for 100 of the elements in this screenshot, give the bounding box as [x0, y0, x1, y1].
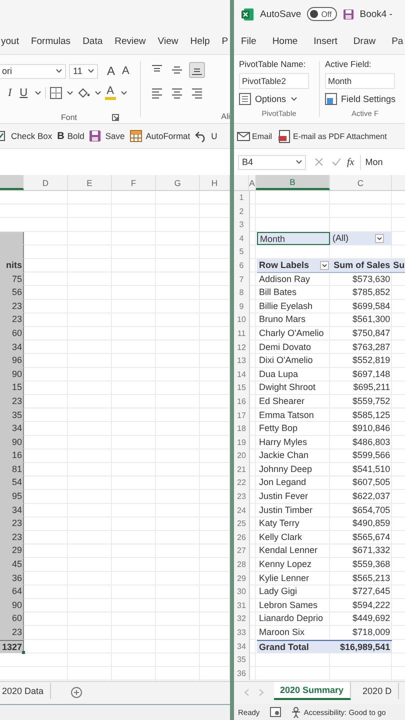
caret-icon[interactable]	[34, 91, 41, 95]
column-header[interactable]: E	[68, 175, 112, 190]
sheet-tab[interactable]: 2020 Summary	[274, 682, 351, 700]
row-number[interactable]: 8	[234, 286, 250, 300]
spreadsheet-app-icon[interactable]	[241, 8, 254, 20]
toolbar-button[interactable]: E-mail as PDF Attachment	[278, 130, 387, 142]
font-color-button[interactable]: A	[104, 86, 116, 100]
toolbar-button[interactable]: AutoFormat	[130, 130, 190, 142]
sheet-tab[interactable]: 2020 D	[356, 682, 399, 699]
field-settings-button[interactable]: Field Settings	[325, 92, 405, 106]
row-number[interactable]: 17	[234, 408, 250, 422]
row-number[interactable]: 13	[234, 354, 250, 368]
row-number[interactable]: 14	[234, 368, 250, 382]
ribbon-tab[interactable]: Insert	[314, 34, 338, 48]
column-header[interactable]: B	[256, 175, 330, 190]
caret-icon[interactable]	[56, 69, 62, 73]
font-size-field[interactable]: 11	[69, 64, 98, 78]
row-number[interactable]: 4	[234, 232, 250, 246]
dialog-launcher-icon[interactable]	[112, 114, 119, 121]
caret-icon[interactable]	[66, 91, 73, 95]
row-number[interactable]: 20	[234, 449, 250, 463]
toolbar-button[interactable]: Save	[89, 130, 125, 142]
column-header[interactable]: F	[112, 175, 156, 190]
caret-icon[interactable]	[88, 69, 94, 73]
row-number[interactable]: 26	[234, 530, 250, 544]
row-number[interactable]: 2	[234, 204, 250, 218]
row-number[interactable]: 7	[234, 272, 250, 286]
filter-dropdown-icon[interactable]	[320, 260, 328, 270]
caret-icon[interactable]	[296, 160, 302, 164]
toolbar-button[interactable]: B Bold	[57, 130, 84, 142]
row-number[interactable]: 23	[234, 490, 250, 504]
align-bottom-icon[interactable]	[189, 62, 205, 78]
row-number[interactable]: 3	[234, 218, 250, 232]
add-sheet-icon[interactable]	[70, 687, 82, 698]
column-header[interactable]: C	[330, 175, 392, 190]
row-number[interactable]: 18	[234, 422, 250, 436]
ribbon-tab[interactable]: Pa	[392, 34, 404, 48]
font-name-field[interactable]: ori	[0, 64, 66, 78]
row-number[interactable]: 11	[234, 326, 250, 341]
row-number[interactable]: 24	[234, 504, 250, 518]
underline-button[interactable]: U	[18, 87, 30, 99]
row-number[interactable]: 21	[234, 462, 250, 476]
row-number[interactable]: 6	[234, 258, 250, 273]
grow-font-button[interactable]: A	[105, 64, 118, 78]
ribbon-tab[interactable]: yout	[1, 34, 19, 48]
caret-icon[interactable]	[120, 91, 127, 95]
function-button[interactable]: fx	[347, 156, 354, 168]
italic-button[interactable]: I	[6, 87, 14, 99]
ribbon-tab[interactable]: View	[158, 34, 178, 48]
row-number[interactable]: 36	[234, 666, 250, 680]
row-number[interactable]: 5	[234, 245, 250, 259]
toolbar-button[interactable]: Email	[237, 130, 272, 142]
row-number[interactable]: 35	[234, 653, 250, 667]
row-number[interactable]: 32	[234, 612, 250, 626]
row-number[interactable]: 19	[234, 436, 250, 450]
row-number[interactable]: 9	[234, 300, 250, 314]
ribbon-tab[interactable]: File	[241, 34, 256, 48]
toolbar-button[interactable]: Check Box	[0, 130, 52, 142]
fill-bucket-icon[interactable]	[76, 87, 90, 99]
row-number[interactable]: 22	[234, 476, 250, 490]
pivot-name-field[interactable]: PivotTable2	[239, 73, 309, 89]
ribbon-tab[interactable]: P	[222, 34, 228, 48]
row-number[interactable]: 12	[234, 340, 250, 354]
caret-icon[interactable]	[94, 91, 101, 95]
column-header[interactable]	[0, 175, 24, 190]
active-field-input[interactable]: Month	[325, 73, 395, 89]
fill-handle[interactable]	[22, 651, 25, 654]
macro-record-icon[interactable]	[270, 707, 281, 718]
ribbon-tab[interactable]: Formulas	[30, 34, 71, 48]
row-number[interactable]: 27	[234, 544, 250, 558]
column-header[interactable]: D	[24, 175, 68, 190]
row-number[interactable]: 16	[234, 394, 250, 408]
ribbon-tab[interactable]: Review	[114, 34, 146, 48]
row-number[interactable]: 15	[234, 381, 250, 395]
row-number[interactable]: 29	[234, 572, 250, 586]
shrink-font-button[interactable]: A	[120, 65, 132, 77]
save-icon[interactable]	[342, 8, 354, 20]
borders-icon[interactable]	[50, 87, 62, 99]
check-icon[interactable]	[332, 158, 341, 166]
ribbon-tab[interactable]: Draw	[353, 34, 376, 48]
ribbon-tab[interactable]: Data	[82, 34, 103, 48]
options-button[interactable]: Options	[239, 92, 319, 106]
row-number[interactable]: 33	[234, 626, 250, 640]
sheet-tab[interactable]: 2020 Data	[0, 682, 51, 699]
row-number[interactable]: 1	[234, 191, 250, 205]
row-number[interactable]: 30	[234, 585, 250, 599]
row-number[interactable]: 31	[234, 598, 250, 612]
formula-field[interactable]	[0, 148, 230, 175]
row-number[interactable]: 10	[234, 313, 250, 327]
row-number[interactable]: 34	[234, 640, 250, 654]
row-number[interactable]: 28	[234, 558, 250, 572]
name-box[interactable]: B4	[238, 154, 306, 170]
autosave-toggle[interactable]: Off	[307, 7, 337, 21]
row-number[interactable]: 25	[234, 517, 250, 531]
dropdown-icon[interactable]	[375, 234, 384, 243]
column-header[interactable]: G	[156, 175, 200, 190]
undo-button[interactable]: U	[195, 130, 218, 142]
ribbon-tab[interactable]: Home	[272, 34, 298, 48]
ribbon-tab[interactable]: Help	[190, 34, 210, 48]
formula-field[interactable]: Mon	[360, 154, 405, 170]
